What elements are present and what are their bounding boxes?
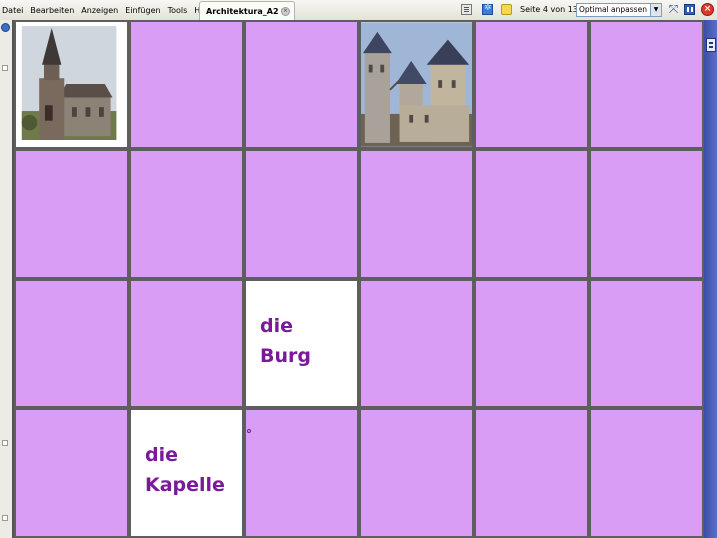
page-sorter-icon[interactable] (461, 4, 472, 15)
zoom-select-value: Optimal anpassen (579, 5, 647, 14)
right-side-panel (704, 20, 717, 538)
card-hidden[interactable] (474, 20, 589, 149)
scroll-end-icon[interactable] (2, 515, 8, 521)
card-word-text: die Burg (260, 315, 311, 367)
panel-toggle-icon[interactable] (1, 23, 10, 32)
card-hidden[interactable] (129, 149, 244, 279)
fullscreen-icon[interactable]: ⤧ (668, 3, 679, 15)
card-hidden[interactable] (589, 408, 704, 538)
close-small-icon[interactable]: × (281, 7, 290, 16)
church-photo (16, 22, 127, 147)
menu-einfuegen[interactable]: Einfügen (125, 6, 160, 15)
chevron-down-icon[interactable]: ▼ (650, 4, 661, 16)
top-toolbar: Datei Bearbeiten Anzeigen Einfügen Tools… (0, 0, 717, 21)
menu-anzeigen[interactable]: Anzeigen (81, 6, 118, 15)
card-hidden[interactable] (474, 279, 589, 408)
card-castle-image[interactable] (359, 20, 474, 149)
card-hidden[interactable] (129, 20, 244, 149)
menu-bearbeiten[interactable]: Bearbeiten (30, 6, 74, 15)
menu-datei[interactable]: Datei (2, 6, 23, 15)
card-word-kapelle[interactable]: die Kapelle (129, 408, 244, 538)
gallery-icon[interactable] (482, 3, 493, 15)
menu-bar: Datei Bearbeiten Anzeigen Einfügen Tools… (2, 0, 220, 20)
scroll-down-icon[interactable] (2, 440, 8, 446)
card-hidden[interactable] (589, 149, 704, 279)
card-hidden[interactable] (129, 279, 244, 408)
zoom-select[interactable]: Optimal anpassen ▼ (576, 3, 662, 17)
menu-tools[interactable]: Tools (168, 6, 188, 15)
card-hidden[interactable] (244, 149, 359, 279)
card-hidden[interactable] (589, 279, 704, 408)
card-hidden[interactable] (359, 279, 474, 408)
notes-icon[interactable] (501, 4, 512, 15)
panel-tab-icon[interactable] (706, 38, 716, 52)
card-word-text: die Kapelle (145, 444, 225, 496)
card-hidden[interactable] (359, 408, 474, 538)
card-hidden[interactable] (474, 408, 589, 538)
pointer-marker (247, 429, 251, 433)
card-hidden[interactable] (244, 408, 359, 538)
page-indicator: Seite 4 von 13 (520, 5, 578, 14)
scroll-up-icon[interactable] (2, 65, 8, 71)
dual-page-icon[interactable] (684, 4, 695, 15)
card-hidden[interactable] (14, 279, 129, 408)
card-hidden[interactable] (244, 20, 359, 149)
card-hidden[interactable] (14, 149, 129, 279)
document-tab-title: Architektura_A2 * (206, 6, 286, 16)
memory-board: die Burg die Kapelle (12, 20, 704, 538)
card-church-image[interactable] (14, 20, 129, 149)
card-hidden[interactable] (14, 408, 129, 538)
castle-photo (361, 22, 472, 147)
card-hidden[interactable] (359, 149, 474, 279)
card-hidden[interactable] (589, 20, 704, 149)
card-hidden[interactable] (474, 149, 589, 279)
close-icon[interactable]: × (701, 3, 714, 16)
document-tab[interactable]: Architektura_A2 * × (199, 1, 295, 20)
card-word-burg[interactable]: die Burg (244, 279, 359, 408)
